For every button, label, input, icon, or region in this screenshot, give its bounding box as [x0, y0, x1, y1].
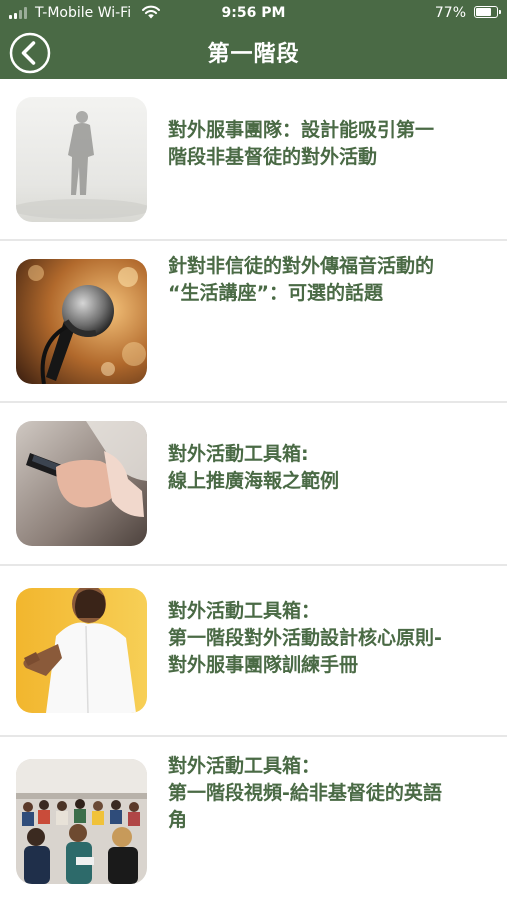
- list-item-title: 對外活動工具箱: 線上推廣海報之範例: [168, 443, 340, 492]
- status-bar: T-Mobile Wi-Fi 9:56 PM 77%: [0, 0, 507, 26]
- navigation-bar: 第一階段: [0, 26, 507, 79]
- thumbnail-group-meeting: [16, 759, 147, 884]
- list-item-title: 針對非信徒的對外傳福音活動的 “生活講座”：可選的話題: [168, 255, 435, 304]
- list-item-outreach-team[interactable]: 對外服事團隊：設計能吸引第一 階段非基督徒的對外活動: [0, 79, 507, 241]
- clock: 9:56 PM: [221, 5, 286, 21]
- app-screen: T-Mobile Wi-Fi 9:56 PM 77% 第一階段 對外服事團隊：設…: [0, 0, 507, 900]
- thumbnail-person-in-fog: [16, 97, 147, 222]
- list-item-design-principles[interactable]: 對外活動工具箱： 第一階段對外活動設計核心原則- 對外服事團隊訓練手冊: [0, 566, 507, 737]
- header: T-Mobile Wi-Fi 9:56 PM 77% 第一階段: [0, 0, 507, 79]
- thumbnail-microphone: [16, 259, 147, 384]
- thumbnail-hand-holding-phone: [16, 421, 147, 546]
- battery-icon: [474, 6, 501, 18]
- list-item-english-corner-video[interactable]: 對外活動工具箱： 第一階段視頻-給非基督徒的英語 角: [0, 737, 507, 900]
- list-item-title: 對外活動工具箱： 第一階段對外活動設計核心原則- 對外服事團隊訓練手冊: [168, 600, 442, 676]
- stage-content-list: 對外服事團隊：設計能吸引第一 階段非基督徒的對外活動 針對非信徒的對外傳福音活動…: [0, 79, 507, 900]
- list-item-title: 對外活動工具箱： 第一階段視頻-給非基督徒的英語 角: [168, 755, 442, 831]
- battery-percent: 77%: [434, 5, 466, 21]
- thumbnail-woman-offering-handshake: [16, 588, 147, 713]
- list-item-promo-posters[interactable]: 對外活動工具箱: 線上推廣海報之範例: [0, 403, 507, 566]
- list-item-title: 對外服事團隊：設計能吸引第一 階段非基督徒的對外活動: [168, 119, 435, 168]
- list-item-life-lecture[interactable]: 針對非信徒的對外傳福音活動的 “生活講座”：可選的話題: [0, 241, 507, 403]
- page-title: 第一階段: [207, 42, 300, 67]
- battery-level: [476, 8, 491, 16]
